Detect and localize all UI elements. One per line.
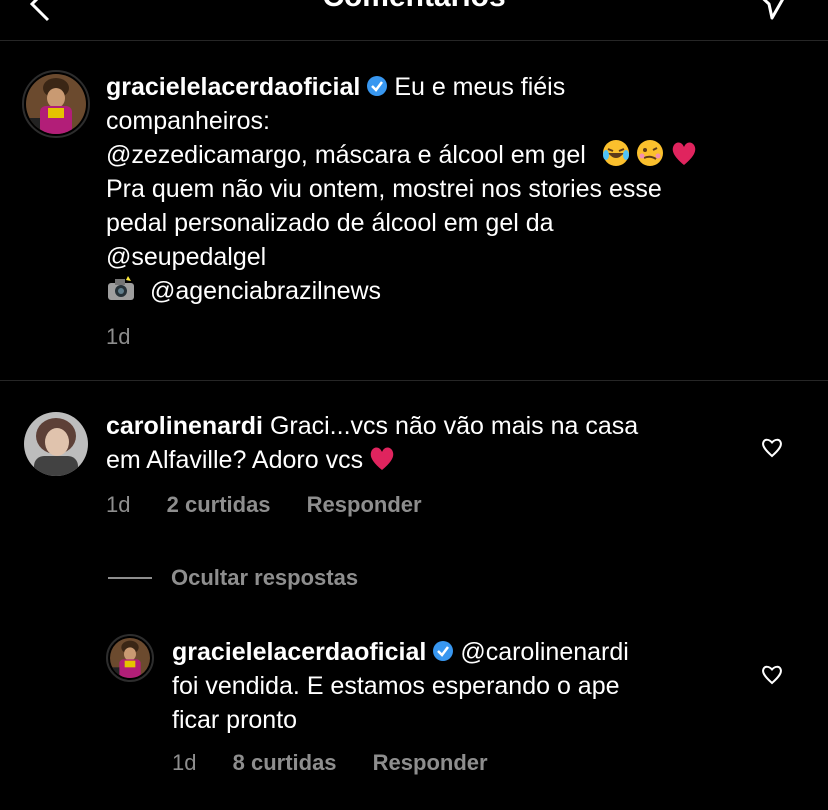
camera-flash-icon — [108, 276, 134, 300]
comment-time: 1d — [106, 492, 131, 517]
caption-line: Pra quem não viu ontem, mostrei nos stor… — [106, 175, 662, 203]
reply-meta: 1d 8 curtidas Responder — [172, 750, 488, 776]
mention-link[interactable]: @agenciabrazilnews — [150, 277, 381, 305]
hide-replies-line — [108, 577, 152, 579]
page-title: Comentários — [0, 0, 828, 14]
caption-line: pedal personalizado de álcool em gel da — [106, 209, 554, 237]
reply-body: ficar pronto — [172, 706, 298, 734]
red-heart-icon — [370, 447, 394, 470]
comment-text: carolinenardi Graci...vcs não vão mais n… — [106, 409, 746, 477]
red-heart-icon — [672, 142, 695, 165]
comment-body: em Alfaville? Adoro vcs — [106, 446, 364, 474]
hide-replies-label[interactable]: Ocultar respostas — [171, 565, 358, 591]
heart-outline-icon[interactable] — [760, 436, 784, 458]
avatar[interactable] — [26, 74, 86, 134]
paper-plane-icon[interactable] — [752, 0, 792, 26]
header-bar: Comentários — [0, 0, 828, 41]
reply-button[interactable]: Responder — [373, 750, 488, 775]
caption-text: gracielelacerdaoficial Eu e meus fiéis co… — [106, 70, 806, 308]
comment-body: Graci...vcs não vão mais na casa — [269, 412, 639, 440]
avatar[interactable] — [24, 412, 88, 476]
post-username[interactable]: gracielelacerdaoficial — [106, 73, 360, 101]
likes-count[interactable]: 2 curtidas — [167, 492, 271, 517]
mention-link[interactable]: @carolinenardi — [460, 638, 629, 666]
comment-username[interactable]: carolinenardi — [106, 412, 263, 440]
caption-line: companheiros: — [106, 107, 270, 135]
woozy-emoji-icon — [636, 140, 663, 166]
reply-body: foi vendida. E estamos esperando o ape — [172, 672, 620, 700]
heart-outline-icon[interactable] — [760, 663, 784, 685]
avatar[interactable] — [110, 638, 150, 678]
reply-time: 1d — [172, 750, 197, 775]
reply-username[interactable]: gracielelacerdaoficial — [172, 638, 426, 666]
verified-badge-icon — [433, 641, 454, 661]
likes-count[interactable]: 8 curtidas — [233, 750, 337, 775]
mention-link[interactable]: @zezedicamargo — [106, 141, 301, 169]
post-time: 1d — [106, 324, 131, 349]
divider — [0, 380, 828, 381]
reply-button[interactable]: Responder — [307, 492, 422, 517]
mention-link[interactable]: @seupedalgel — [106, 240, 806, 274]
comment-meta: 1d 2 curtidas Responder — [106, 492, 422, 518]
reply-text: gracielelacerdaoficial @carolinenardi foi… — [172, 635, 742, 737]
caption-line: Eu e meus fiéis — [394, 73, 566, 101]
verified-badge-icon — [367, 76, 388, 96]
caption-line: , máscara e álcool em gel — [300, 141, 586, 169]
laughing-emoji-icon — [602, 140, 629, 166]
